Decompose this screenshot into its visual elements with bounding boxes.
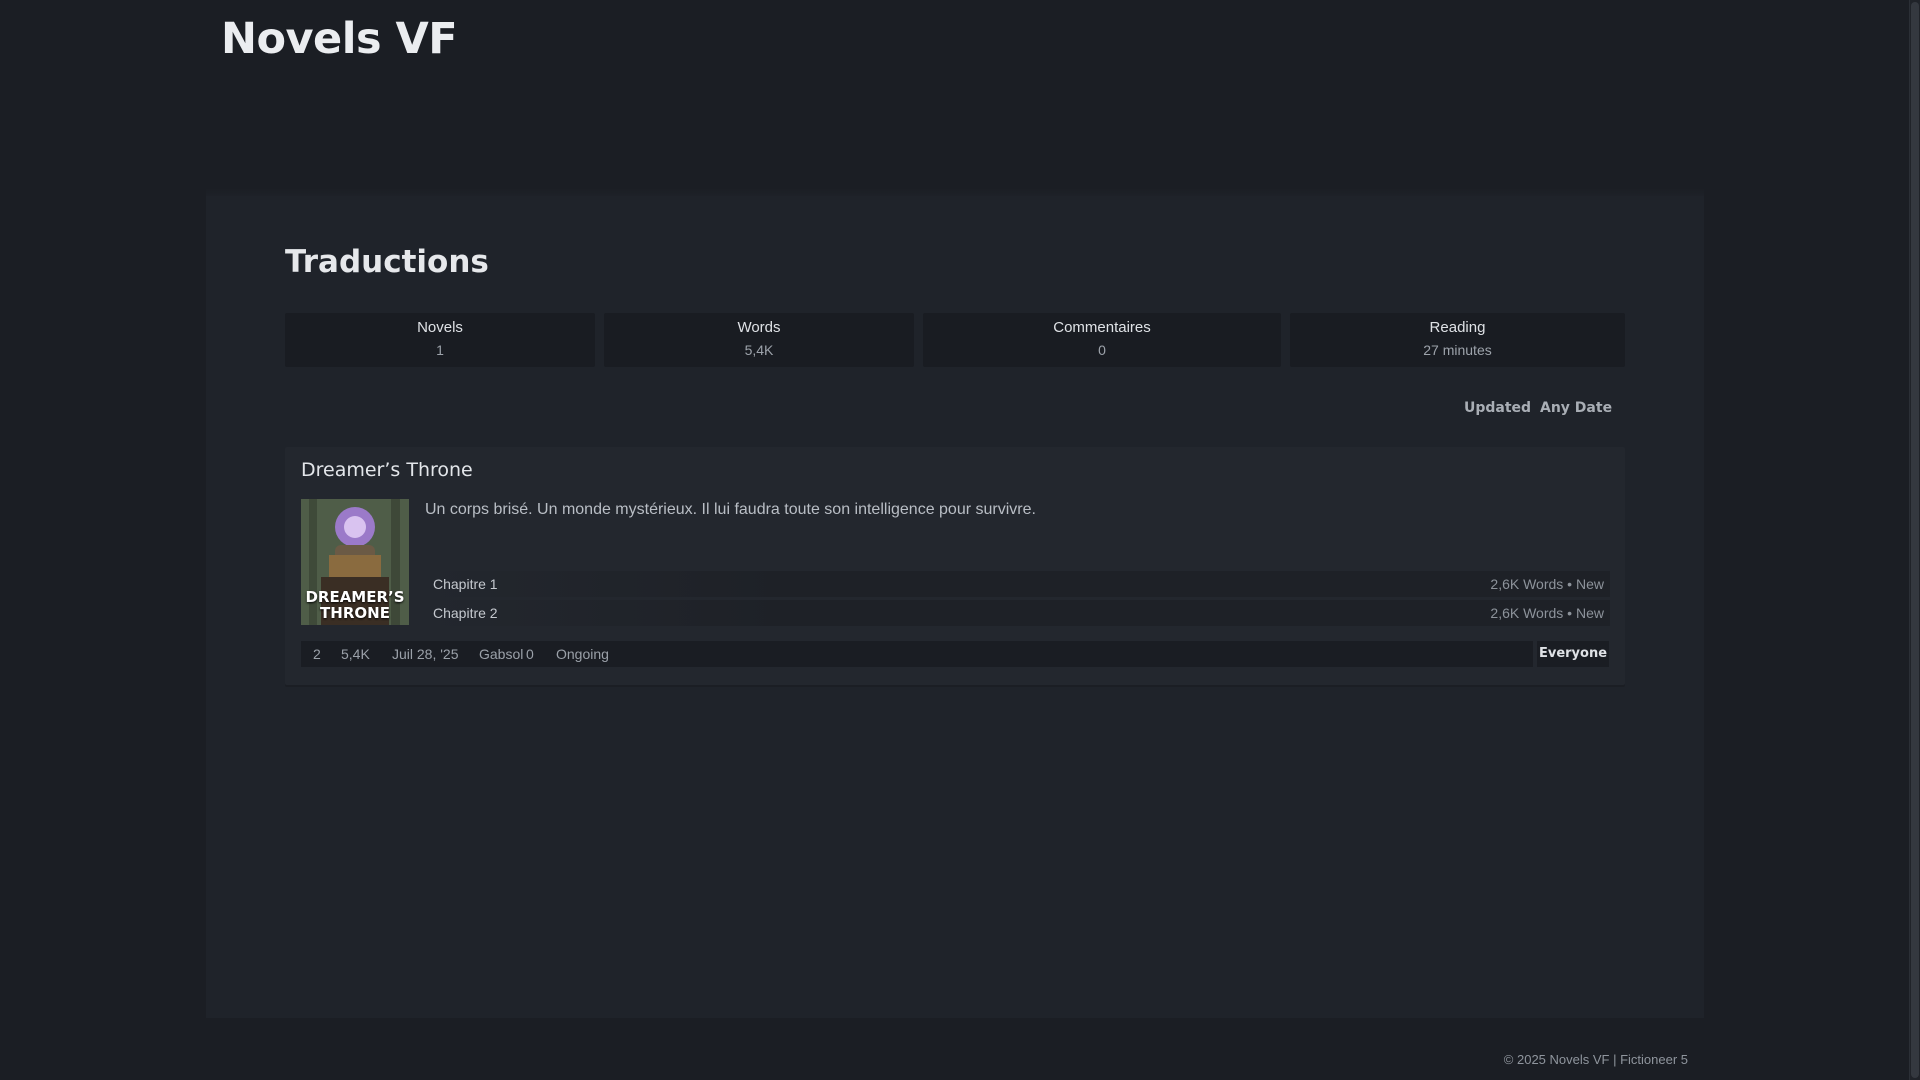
stat-label: Novels (417, 319, 463, 336)
chapter-row[interactable]: Chapitre 1 2,6K Words • New (425, 571, 1610, 597)
cover-title: DREAMER’S THRONE (305, 588, 405, 622)
story-footer: 2 5,4K Juil 28, '25 Gabsol 0 Ongoing (301, 641, 1533, 667)
story-card: Dreamer’s Throne DREAMER’S THRONE Un cor… (285, 447, 1625, 685)
stat-value: 1 (436, 342, 444, 358)
stat-words: Words 5,4K (604, 313, 914, 367)
chapter-meta: 2,6K Words • New (1490, 576, 1604, 592)
rating-label: Everyone (1538, 646, 1608, 661)
rating-badge: Everyone (1537, 641, 1609, 667)
site-title[interactable]: Novels VF (221, 14, 458, 64)
stat-reading: Reading 27 minutes (1290, 313, 1625, 367)
page-scrollbar[interactable] (1909, 0, 1920, 1080)
chapter-words: 2,6K Words (1490, 605, 1564, 621)
stat-value: 5,4K (744, 342, 774, 358)
footer-updated-date: Juil 28, '25 (392, 646, 459, 662)
chapter-title[interactable]: Chapitre 1 (433, 576, 498, 592)
page-title: Traductions (285, 244, 489, 280)
footer-word-count: 5,4K (341, 646, 370, 662)
stat-value: 27 minutes (1423, 342, 1492, 358)
stat-label: Commentaires (1053, 319, 1151, 336)
date-filter-button[interactable]: Any Date (1540, 400, 1612, 416)
footer-status: Ongoing (556, 646, 609, 662)
story-description: Un corps brisé. Un monde mystérieux. Il … (425, 501, 1036, 518)
story-cover[interactable]: DREAMER’S THRONE (301, 499, 409, 625)
story-title[interactable]: Dreamer’s Throne (301, 459, 473, 481)
copyright: © 2025 Novels VF | Fictioneer 5 (1503, 1052, 1688, 1067)
footer-comment-count: 0 (526, 646, 534, 662)
stat-novels: Novels 1 (285, 313, 595, 367)
scrollbar-thumb[interactable] (1911, 2, 1919, 1078)
chapter-status: New (1575, 576, 1604, 592)
chapter-title[interactable]: Chapitre 2 (433, 605, 498, 621)
stat-comments: Commentaires 0 (923, 313, 1281, 367)
chapter-meta: 2,6K Words • New (1490, 605, 1604, 621)
sort-order-button[interactable]: Updated (1464, 400, 1531, 416)
stat-label: Words (737, 319, 781, 336)
stat-value: 0 (1098, 342, 1106, 358)
footer-chapter-count: 2 (313, 646, 321, 662)
footer-author[interactable]: Gabsol (479, 646, 523, 662)
chapter-status: New (1575, 605, 1604, 621)
chapter-row[interactable]: Chapitre 2 2,6K Words • New (425, 600, 1610, 626)
stat-label: Reading (1429, 319, 1486, 336)
chapter-words: 2,6K Words (1490, 576, 1564, 592)
